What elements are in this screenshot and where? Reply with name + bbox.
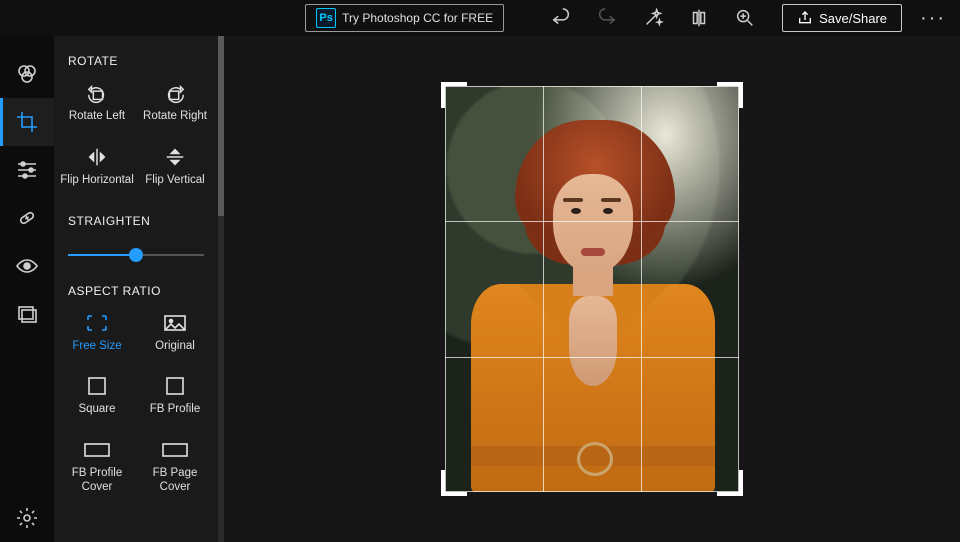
straighten-slider[interactable] (68, 248, 204, 262)
rail-redeye[interactable] (0, 242, 54, 290)
aspect-original[interactable]: Original (136, 306, 214, 364)
aspect-fb-profile-cover[interactable]: FB Profile Cover (58, 433, 136, 505)
aspect-fb-page-cover[interactable]: FB Page Cover (136, 433, 214, 505)
rotate-title: ROTATE (54, 50, 218, 76)
aspect-square-label: Square (78, 403, 115, 417)
save-share-button[interactable]: Save/Share (782, 4, 902, 32)
auto-enhance-button[interactable] (642, 7, 664, 29)
crop-panel: ROTATE Rotate Left Rotate Right Flip Hor… (54, 36, 218, 542)
aspect-original-label: Original (155, 340, 195, 354)
more-button[interactable]: ··· (920, 7, 946, 30)
rail-crop[interactable] (0, 98, 54, 146)
rotate-left-icon (84, 82, 110, 104)
topbar: Ps Try Photoshop CC for FREE Save/Share … (0, 0, 960, 36)
save-share-label: Save/Share (819, 11, 887, 26)
rotate-left-button[interactable]: Rotate Left (58, 76, 136, 134)
flip-horizontal-button[interactable]: Flip Horizontal (58, 140, 136, 198)
flip-horizontal-label: Flip Horizontal (60, 174, 134, 188)
try-photoshop-button[interactable]: Ps Try Photoshop CC for FREE (305, 4, 504, 32)
rail-filters[interactable] (0, 50, 54, 98)
crop-handle-br[interactable] (717, 470, 743, 496)
aspect-ratio-title: ASPECT RATIO (54, 280, 218, 306)
flip-vertical-icon (162, 146, 188, 168)
aspect-fb-profile[interactable]: FB Profile (136, 369, 214, 427)
rail-adjust[interactable] (0, 146, 54, 194)
original-icon (162, 312, 188, 334)
rail-settings[interactable] (0, 494, 54, 542)
redo-button[interactable] (596, 7, 618, 29)
rotate-right-label: Rotate Right (143, 110, 207, 124)
rail-frames[interactable] (0, 290, 54, 338)
flip-vertical-label: Flip Vertical (145, 174, 204, 188)
share-icon (797, 10, 813, 26)
photoshop-badge-icon: Ps (316, 8, 336, 28)
flip-horizontal-icon (84, 146, 110, 168)
tool-rail (0, 36, 54, 542)
rotate-left-label: Rotate Left (69, 110, 125, 124)
rotate-right-button[interactable]: Rotate Right (136, 76, 214, 134)
try-photoshop-label: Try Photoshop CC for FREE (342, 11, 493, 25)
fb-profile-cover-icon (84, 439, 110, 461)
rotate-right-icon (162, 82, 188, 104)
slider-thumb[interactable] (129, 248, 143, 262)
zoom-button[interactable] (734, 7, 756, 29)
fb-profile-icon (162, 375, 188, 397)
rail-heal[interactable] (0, 194, 54, 242)
aspect-fb-profile-label: FB Profile (150, 403, 201, 417)
aspect-free-size[interactable]: Free Size (58, 306, 136, 364)
aspect-free-size-label: Free Size (72, 340, 121, 354)
photo (445, 86, 739, 492)
crop-frame[interactable] (445, 86, 739, 492)
straighten-title: STRAIGHTEN (54, 210, 218, 236)
flip-vertical-button[interactable]: Flip Vertical (136, 140, 214, 198)
crop-handle-tl[interactable] (441, 82, 467, 108)
panel-scrollbar[interactable] (218, 36, 224, 542)
aspect-square[interactable]: Square (58, 369, 136, 427)
square-icon (84, 375, 110, 397)
fb-page-cover-icon (162, 439, 188, 461)
aspect-fb-profile-cover-label: FB Profile Cover (60, 467, 134, 495)
crop-handle-bl[interactable] (441, 470, 467, 496)
free-size-icon (84, 312, 110, 334)
scrollbar-thumb[interactable] (218, 36, 224, 216)
aspect-fb-page-cover-label: FB Page Cover (138, 467, 212, 495)
crop-handle-tr[interactable] (717, 82, 743, 108)
undo-button[interactable] (550, 7, 572, 29)
canvas-area (224, 36, 960, 542)
compare-button[interactable] (688, 7, 710, 29)
